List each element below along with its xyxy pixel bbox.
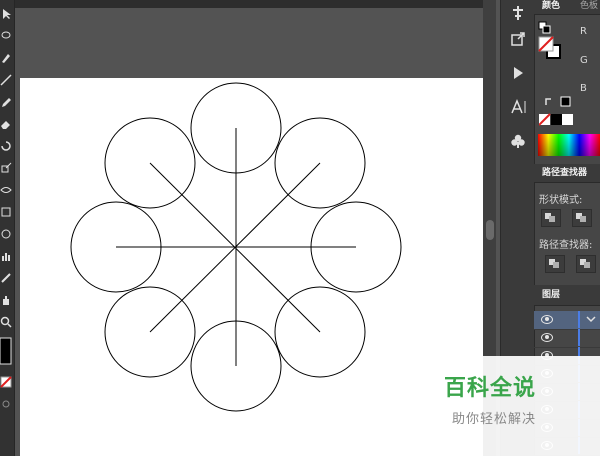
g-channel-label: G [580,55,588,66]
lasso-tool-icon[interactable] [0,30,12,42]
watermark-title: 百科全说 [444,376,537,401]
layer-row[interactable] [534,329,600,348]
visibility-eye-icon[interactable] [541,333,553,342]
scale-tool-icon[interactable] [0,162,12,174]
layer-color-bar [578,329,580,346]
eraser-tool-icon[interactable] [0,118,12,130]
watermark: 百科全说 助你轻松解决 [418,356,600,456]
rotate-tool-icon[interactable] [0,140,12,152]
document-tab-strip [15,0,495,8]
b-channel-label: B [580,83,587,94]
graph-tool-icon[interactable] [0,250,12,262]
divide-button[interactable] [545,255,565,273]
radial-lines [116,128,356,366]
export-icon[interactable] [509,30,527,48]
none-color-icon[interactable] [0,376,12,388]
line-tool-icon[interactable] [0,74,12,86]
symbols-club-icon[interactable] [509,132,527,150]
screen-mode-icon[interactable] [0,398,12,410]
scrollbar-thumb[interactable] [486,220,494,240]
layer-row-selected[interactable] [534,311,600,330]
tools-panel [0,0,15,456]
visibility-eye-icon[interactable] [541,315,553,324]
chevron-down-icon[interactable] [586,315,596,323]
tab-pathfinder[interactable]: 路径查找器 [542,164,587,182]
zoom-tool-icon[interactable] [0,316,12,328]
default-colors-icon[interactable] [538,20,552,34]
pathfinders-label: 路径查找器: [539,240,593,251]
pen-tool-icon[interactable] [0,52,12,64]
unite-button[interactable] [541,209,561,227]
color-spectrum-bar[interactable] [538,134,600,156]
swap-colors-icon[interactable] [544,92,572,107]
trim-button[interactable] [576,255,596,273]
minus-front-button[interactable] [572,209,592,227]
r-channel-label: R [580,26,587,37]
fill-stroke-swatch[interactable] [0,336,12,366]
gradient-tool-icon[interactable] [0,228,12,240]
width-tool-icon[interactable] [0,184,12,196]
character-panel-icon[interactable] [509,98,527,116]
quick-color-swatches[interactable] [538,112,573,126]
layer-color-bar [578,311,580,328]
hand-tool-icon[interactable] [0,294,12,306]
layers-panel-tabs: 图层 [534,285,600,306]
tab-color[interactable]: 颜色 [542,0,560,14]
watermark-subtitle: 助你轻松解决 [452,412,537,427]
pathfinder-panel-tabs: 路径查找器 [534,164,600,183]
puppet-warp-icon[interactable] [509,4,527,22]
tab-layers[interactable]: 图层 [542,285,560,305]
tab-swatches[interactable]: 色板 [580,0,598,14]
selection-tool-icon[interactable] [0,8,12,20]
pencil-tool-icon[interactable] [0,96,12,108]
color-panel-tabs: 颜色 色板 [534,0,600,15]
play-action-icon[interactable] [509,64,527,82]
shape-builder-tool-icon[interactable] [0,206,12,218]
fill-stroke-indicator[interactable] [538,36,562,60]
slice-tool-icon[interactable] [0,272,12,284]
shape-modes-label: 形状模式: [539,195,583,206]
